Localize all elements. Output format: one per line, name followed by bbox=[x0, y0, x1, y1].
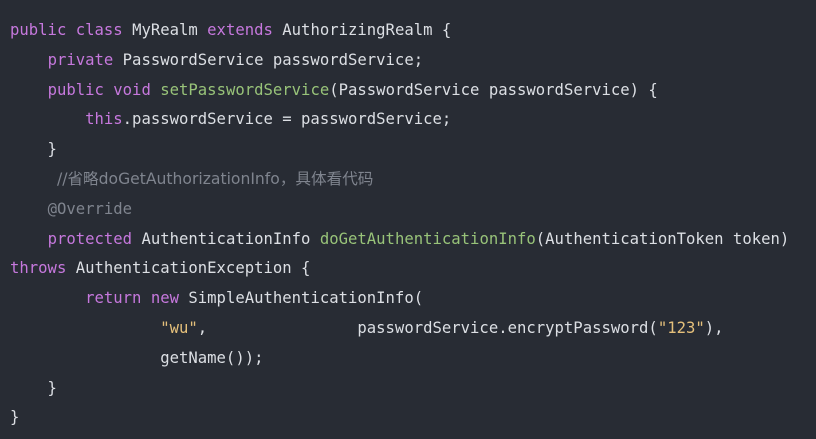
code-line: } bbox=[10, 134, 57, 164]
keyword-token: public void bbox=[47, 80, 161, 99]
function-name-token: setPasswordService bbox=[160, 80, 330, 99]
code-text: AuthenticationInfo bbox=[141, 229, 320, 248]
code-text: , passwordService.encryptPassword( bbox=[197, 319, 658, 337]
code-line: throws AuthenticationException { bbox=[10, 253, 310, 283]
code-text: AuthenticationException { bbox=[75, 259, 311, 278]
code-text: (PasswordService passwordService) { bbox=[329, 80, 658, 99]
code-line: "wu", passwordService.encryptPassword("1… bbox=[10, 313, 724, 343]
code-line: } bbox=[10, 402, 19, 432]
keyword-token: throws bbox=[10, 259, 76, 278]
code-line: } bbox=[10, 373, 57, 403]
code-line: this.passwordService = passwordService; bbox=[10, 104, 451, 134]
code-line: public void setPasswordService(PasswordS… bbox=[10, 75, 658, 105]
string-token: "wu" bbox=[160, 319, 198, 337]
string-token: "123" bbox=[657, 319, 705, 337]
keyword-token: extends bbox=[207, 21, 283, 39]
code-text: SimpleAuthenticationInfo( bbox=[188, 289, 424, 308]
keyword-token: return new bbox=[85, 289, 189, 308]
code-text: (AuthenticationToken token) bbox=[535, 229, 790, 248]
code-text: } bbox=[10, 378, 57, 397]
code-line: getName()); bbox=[10, 343, 263, 373]
keyword-token: this bbox=[85, 110, 123, 129]
code-text: ), bbox=[704, 319, 724, 337]
code-line: @Override bbox=[10, 194, 133, 224]
keyword-token: private bbox=[47, 50, 123, 69]
code-text: MyRealm bbox=[132, 21, 208, 39]
code-text: } bbox=[10, 140, 57, 159]
code-line: private PasswordService passwordService; bbox=[10, 45, 424, 75]
comment-token: //省略doGetAuthorizationInfo，具体看代码 bbox=[56, 170, 374, 188]
code-line: protected AuthenticationInfo doGetAuthen… bbox=[10, 224, 790, 254]
code-text: getName()); bbox=[10, 348, 264, 367]
annotation-token: @Override bbox=[47, 199, 133, 218]
keyword-token: protected bbox=[47, 229, 142, 248]
code-text: } bbox=[10, 408, 20, 427]
code-block: public class MyRealm extends Authorizing… bbox=[0, 0, 816, 439]
code-line: return new SimpleAuthenticationInfo( bbox=[10, 283, 423, 313]
keyword-token: public class bbox=[10, 21, 133, 39]
code-line: public class MyRealm extends Authorizing… bbox=[10, 15, 451, 45]
code-line: //省略doGetAuthorizationInfo，具体看代码 bbox=[10, 164, 373, 194]
code-text: AuthorizingRealm { bbox=[282, 21, 452, 39]
function-name-token: doGetAuthenticationInfo bbox=[319, 229, 536, 248]
code-text: .passwordService = passwordService; bbox=[122, 110, 452, 129]
code-text: PasswordService passwordService; bbox=[122, 50, 424, 69]
